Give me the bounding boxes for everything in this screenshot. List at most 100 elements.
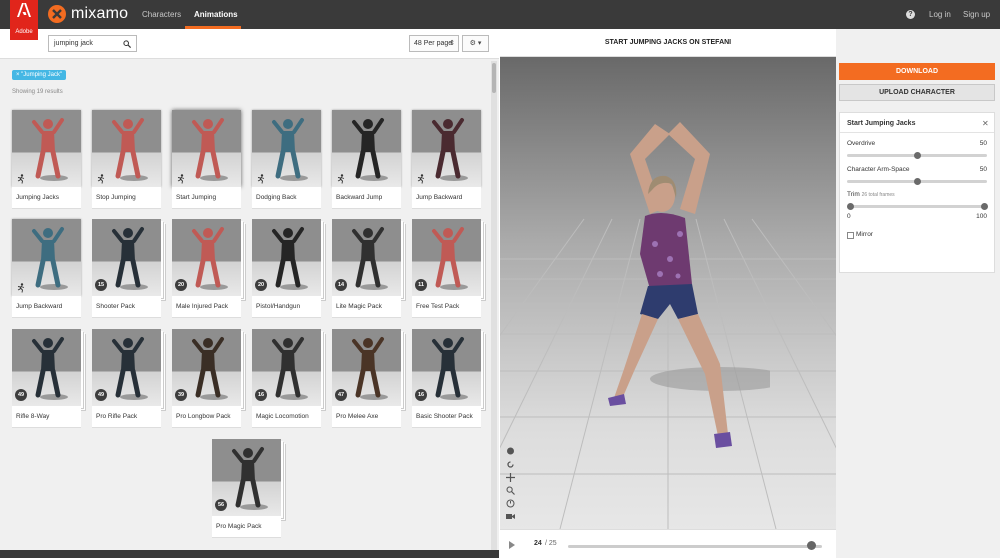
download-button[interactable]: DOWNLOAD bbox=[839, 63, 995, 80]
card-label: Magic Locomotion bbox=[252, 406, 321, 428]
animation-thumbnail: 16 bbox=[252, 329, 321, 406]
animation-card[interactable]: 15 Shooter Pack bbox=[92, 219, 161, 318]
search-icon[interactable] bbox=[123, 40, 131, 48]
overdrive-knob[interactable] bbox=[914, 152, 921, 159]
overdrive-label: Overdrive bbox=[847, 140, 876, 147]
animation-count-badge: 16 bbox=[415, 389, 427, 401]
adobe-logo[interactable]: Adobe bbox=[10, 0, 38, 40]
trim-slider[interactable] bbox=[847, 205, 987, 208]
reset-view-icon[interactable] bbox=[506, 460, 515, 469]
animation-count-badge: 15 bbox=[95, 279, 107, 291]
animation-count-badge: 47 bbox=[335, 389, 347, 401]
character-figure-icon bbox=[32, 118, 68, 181]
character-figure-icon bbox=[272, 337, 308, 400]
scrollbar[interactable] bbox=[491, 61, 497, 551]
arm-space-knob[interactable] bbox=[914, 178, 921, 185]
character-figure-icon bbox=[432, 118, 468, 181]
pan-icon[interactable] bbox=[506, 473, 515, 482]
app-name[interactable]: mixamo bbox=[71, 5, 128, 23]
close-icon[interactable]: ✕ bbox=[982, 119, 989, 128]
card-label: Pro Magic Pack bbox=[212, 516, 281, 538]
animation-count-badge: 56 bbox=[215, 499, 227, 511]
animation-thumbnail: 11 bbox=[412, 219, 481, 296]
help-icon[interactable]: ? bbox=[906, 10, 915, 19]
trim-min-value: 0 bbox=[847, 213, 851, 220]
login-link[interactable]: Log in bbox=[929, 0, 951, 29]
card-label: Pro Rifle Pack bbox=[92, 406, 161, 428]
mixamo-logo-icon[interactable] bbox=[48, 5, 66, 23]
timer-icon[interactable] bbox=[506, 499, 515, 508]
play-icon[interactable] bbox=[509, 541, 515, 549]
trim-end-knob[interactable] bbox=[981, 203, 988, 210]
animation-thumbnail: 14 bbox=[332, 219, 401, 296]
animation-card[interactable]: Jumping Jacks bbox=[12, 110, 81, 209]
animation-thumbnail: 49 bbox=[92, 329, 161, 406]
camera-icon[interactable] bbox=[506, 512, 515, 521]
adobe-label: Adobe bbox=[15, 29, 33, 35]
animation-card[interactable]: 49 Rifle 8-Way bbox=[12, 329, 81, 428]
character-figure-icon bbox=[32, 227, 68, 290]
animation-card[interactable]: 16 Magic Locomotion bbox=[252, 329, 321, 428]
animation-card[interactable]: 49 Pro Rifle Pack bbox=[92, 329, 161, 428]
animation-card[interactable]: 47 Pro Melee Axe bbox=[332, 329, 401, 428]
animation-card[interactable]: 14 Lite Magic Pack bbox=[332, 219, 401, 318]
animation-thumbnail bbox=[172, 110, 241, 187]
character-figure-icon bbox=[352, 227, 388, 290]
search-input[interactable]: jumping jack bbox=[48, 35, 137, 52]
animation-thumbnail bbox=[252, 110, 321, 187]
card-label: Jumping Jacks bbox=[12, 187, 81, 209]
animation-card[interactable]: 56 Pro Magic Pack bbox=[212, 439, 281, 538]
in-place-runner-icon bbox=[176, 171, 186, 184]
card-label: Stop Jumping bbox=[92, 187, 161, 209]
zoom-icon[interactable] bbox=[506, 486, 515, 495]
character-figure-icon bbox=[192, 118, 228, 181]
character-figure-icon bbox=[192, 337, 228, 400]
animation-card[interactable]: Start Jumping bbox=[172, 110, 241, 209]
character-figure-icon bbox=[112, 227, 148, 290]
animation-card[interactable]: Jump Backward bbox=[412, 110, 481, 209]
card-label: Shooter Pack bbox=[92, 296, 161, 318]
animation-thumbnail: 16 bbox=[412, 329, 481, 406]
skeleton-icon[interactable] bbox=[506, 447, 515, 456]
scrollbar-thumb[interactable] bbox=[492, 63, 496, 93]
viewer-title: START JUMPING JACKS ON STEFANI bbox=[500, 29, 836, 57]
character-figure-icon bbox=[192, 227, 228, 290]
animation-count-badge: 14 bbox=[335, 279, 347, 291]
filter-tag[interactable]: × "Jumping Jack" bbox=[12, 70, 67, 80]
card-label: Pro Longbow Pack bbox=[172, 406, 241, 428]
trim-start-knob[interactable] bbox=[847, 203, 854, 210]
upload-character-button[interactable]: UPLOAD CHARACTER bbox=[839, 84, 995, 101]
card-label: Jump Backward bbox=[12, 296, 81, 318]
animation-card[interactable]: Dodging Back bbox=[252, 110, 321, 209]
animation-card[interactable]: 16 Basic Shooter Pack bbox=[412, 329, 481, 428]
mirror-checkbox[interactable] bbox=[847, 232, 854, 239]
settings-dropdown[interactable]: ⚙ ▾ bbox=[462, 35, 489, 52]
timeline-track[interactable] bbox=[568, 545, 822, 548]
animation-card[interactable]: 20 Male Injured Pack bbox=[172, 219, 241, 318]
animation-card[interactable]: Backward Jump bbox=[332, 110, 401, 209]
nav-characters[interactable]: Characters bbox=[142, 0, 181, 29]
search-value: jumping jack bbox=[54, 40, 93, 47]
animation-card[interactable]: Stop Jumping bbox=[92, 110, 161, 209]
timeline-scrubber[interactable] bbox=[807, 541, 817, 550]
animation-card[interactable]: Jump Backward bbox=[12, 219, 81, 318]
preview-viewport[interactable]: START JUMPING JACKS ON STEFANI 24 / 25 bbox=[500, 29, 836, 558]
animation-thumbnail: 20 bbox=[252, 219, 321, 296]
card-label: Start Jumping bbox=[172, 187, 241, 209]
card-label: Pro Melee Axe bbox=[332, 406, 401, 428]
animation-count-badge: 49 bbox=[95, 389, 107, 401]
animation-count-badge: 20 bbox=[255, 279, 267, 291]
animation-card[interactable]: 20 Pistol/Handgun bbox=[252, 219, 321, 318]
animation-count-badge: 11 bbox=[415, 279, 427, 291]
animation-card[interactable]: 39 Pro Longbow Pack bbox=[172, 329, 241, 428]
animation-count-badge: 16 bbox=[255, 389, 267, 401]
animation-browser: jumping jack 48 Per page ⇕ ⚙ ▾ × "Jumpin… bbox=[0, 29, 499, 558]
shorts bbox=[640, 284, 698, 319]
per-page-select[interactable]: 48 Per page ⇕ bbox=[409, 35, 459, 52]
character-figure-icon bbox=[272, 227, 308, 290]
nav-animations[interactable]: Animations bbox=[194, 0, 238, 29]
animation-thumbnail bbox=[12, 219, 81, 296]
total-frames: / 25 bbox=[545, 540, 557, 547]
signup-link[interactable]: Sign up bbox=[963, 0, 990, 29]
animation-card[interactable]: 11 Free Test Pack bbox=[412, 219, 481, 318]
